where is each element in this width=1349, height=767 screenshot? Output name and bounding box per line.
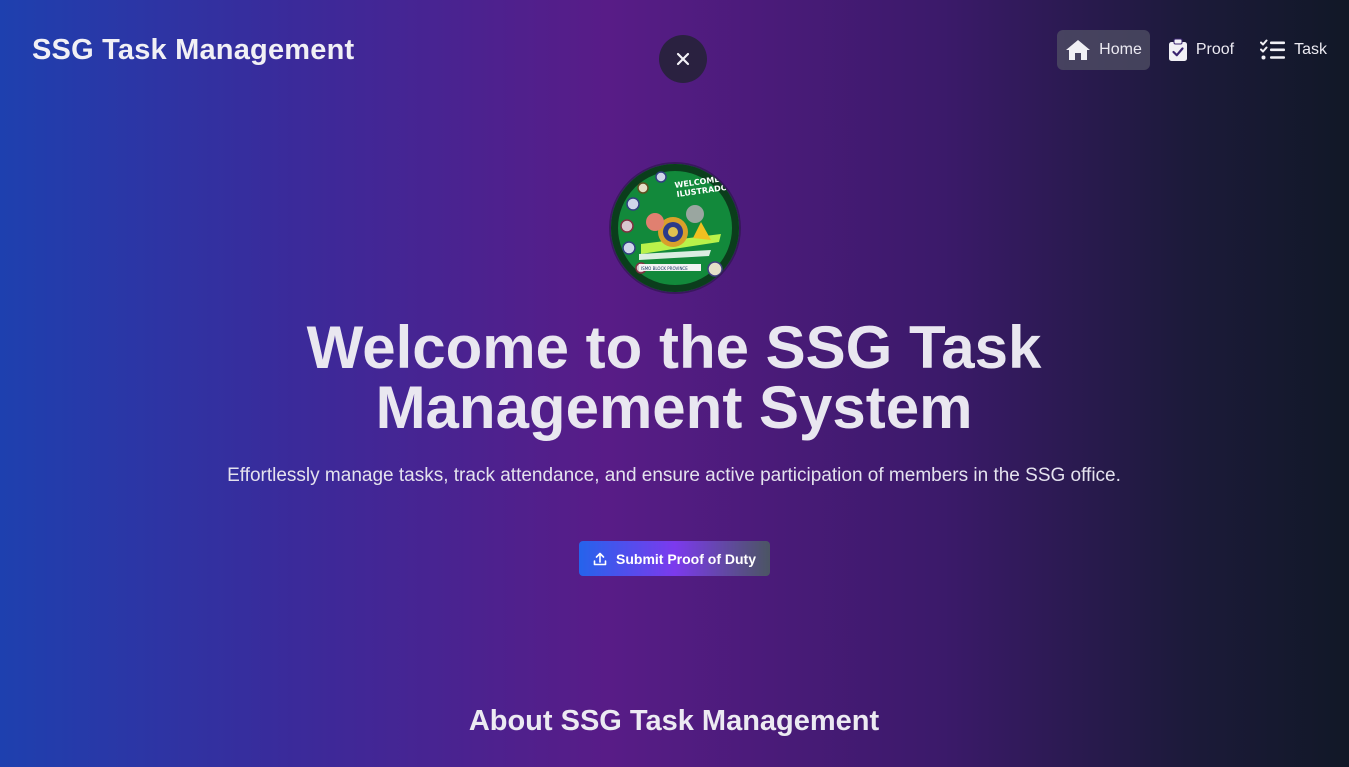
submit-proof-button[interactable]: Submit Proof of Duty <box>579 541 770 576</box>
nav-item-proof[interactable]: Proof <box>1160 30 1242 70</box>
site-brand[interactable]: SSG Task Management <box>32 34 354 67</box>
nav-item-task[interactable]: Task <box>1252 30 1335 70</box>
hero-subtitle: Effortlessly manage tasks, track attenda… <box>227 465 1121 486</box>
svg-text:ISMO BLOCK PROVINCE: ISMO BLOCK PROVINCE <box>641 266 688 271</box>
welcome-logo-image: WELCOME BA ILUSTRADOS! ISMO BLOCK PROVIN… <box>611 164 739 292</box>
nav-task-label: Task <box>1294 41 1327 58</box>
list-check-icon <box>1260 39 1286 60</box>
nav-proof-label: Proof <box>1195 41 1235 58</box>
home-icon <box>1066 40 1091 60</box>
close-button[interactable] <box>659 35 707 83</box>
hero-title: Welcome to the SSG Task Management Syste… <box>306 314 1042 441</box>
nav-home-label: Home <box>1099 41 1142 58</box>
clipboard-check-icon <box>1168 38 1187 61</box>
nav-item-home[interactable]: Home <box>1057 30 1150 70</box>
main-nav: Home Proof Task <box>1057 30 1335 70</box>
about-section-title: About SSG Task Management <box>468 705 880 737</box>
close-icon <box>676 52 690 66</box>
submit-proof-label: Submit Proof of Duty <box>616 550 756 567</box>
upload-icon <box>593 552 607 565</box>
